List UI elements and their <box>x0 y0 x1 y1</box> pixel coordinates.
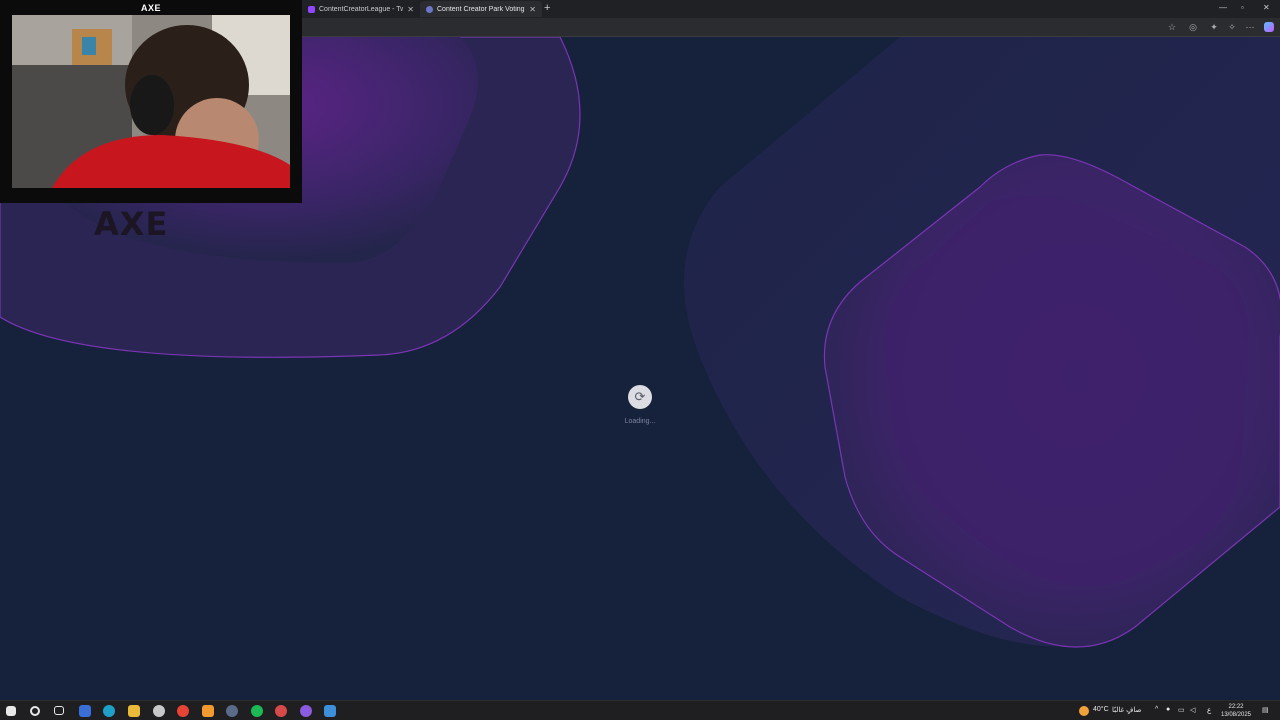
file-explorer-icon[interactable] <box>128 705 140 717</box>
app-icon[interactable] <box>275 705 287 717</box>
screen: ContentCreatorLeague - Tw ✕ Content Crea… <box>0 0 1280 720</box>
puzzle-icon[interactable]: ✦ <box>1209 22 1219 32</box>
loading-text: Loading... <box>624 418 656 425</box>
edge-browser-icon[interactable] <box>103 705 115 717</box>
close-icon[interactable]: ✕ <box>1263 3 1270 12</box>
language-indicator[interactable]: ع <box>1207 706 1211 714</box>
refresh-icon: ⟳ <box>634 389 646 404</box>
minimize-icon[interactable]: — <box>1219 3 1227 12</box>
webcam-feed <box>12 15 290 188</box>
axe-logo: AXE <box>94 205 169 243</box>
weather-description: صافٍ غالبًا <box>1112 707 1142 714</box>
clock-time: 22:22 <box>1228 704 1244 710</box>
streamer-video <box>12 15 290 188</box>
system-clock[interactable]: 22:22 13/08/2025 <box>1219 703 1253 719</box>
windows-start-icon[interactable] <box>6 706 16 716</box>
volume-icon[interactable]: ◁ <box>1190 706 1195 714</box>
app-icon[interactable] <box>153 705 165 717</box>
plus-icon[interactable]: + <box>544 3 550 14</box>
microphone-icon[interactable]: ● <box>1166 706 1170 713</box>
close-tab-icon[interactable]: ✕ <box>407 5 414 14</box>
app-icon[interactable] <box>300 705 312 717</box>
loading-spinner: ⟳ <box>628 385 652 409</box>
app-icon[interactable] <box>79 705 91 717</box>
weather-icon[interactable] <box>1079 706 1089 716</box>
spotify-icon[interactable] <box>251 705 263 717</box>
tab-label: ContentCreatorLeague - Tw <box>319 5 404 13</box>
site-favicon-icon <box>426 5 433 13</box>
chrome-icon[interactable] <box>177 705 189 717</box>
search-icon[interactable] <box>30 706 40 716</box>
notifications-icon[interactable]: ▤ <box>1262 706 1269 714</box>
app-icon[interactable] <box>226 705 238 717</box>
clock-date: 13/08/2025 <box>1220 712 1252 718</box>
network-icon[interactable]: ▭ <box>1178 706 1185 714</box>
webcam-title: AXE <box>140 3 161 13</box>
favorite-star-icon[interactable]: ☆ <box>1167 22 1177 32</box>
tab-content-creator-league[interactable]: ContentCreatorLeague - Tw ✕ <box>302 1 420 17</box>
app-icon[interactable] <box>202 705 214 717</box>
tab-content-creator-park-voting[interactable]: Content Creator Park Voting - Vo ✕ <box>420 1 542 17</box>
close-tab-icon[interactable]: ✕ <box>529 5 536 14</box>
favorites-icon[interactable]: ✧ <box>1227 22 1237 32</box>
tray-overflow-icon[interactable]: ^ <box>1155 706 1158 713</box>
more-menu-icon[interactable]: ⋯ <box>1245 22 1255 32</box>
app-icon[interactable] <box>324 705 336 717</box>
extensions-icon[interactable]: ◎ <box>1188 22 1198 32</box>
copilot-icon[interactable] <box>1264 22 1274 32</box>
tab-label: Content Creator Park Voting - Vo <box>437 5 525 13</box>
windows-taskbar: 40°C صافٍ غالبًا ^ ● ▭ ◁ ع 22:22 13/08/2… <box>0 700 1280 720</box>
webcam-overlay: AXE <box>0 0 302 203</box>
weather-temperature: 40°C <box>1093 706 1109 713</box>
restore-icon[interactable]: ▫ <box>1241 3 1244 12</box>
task-view-icon[interactable] <box>54 706 64 715</box>
twitch-favicon-icon <box>308 5 315 13</box>
